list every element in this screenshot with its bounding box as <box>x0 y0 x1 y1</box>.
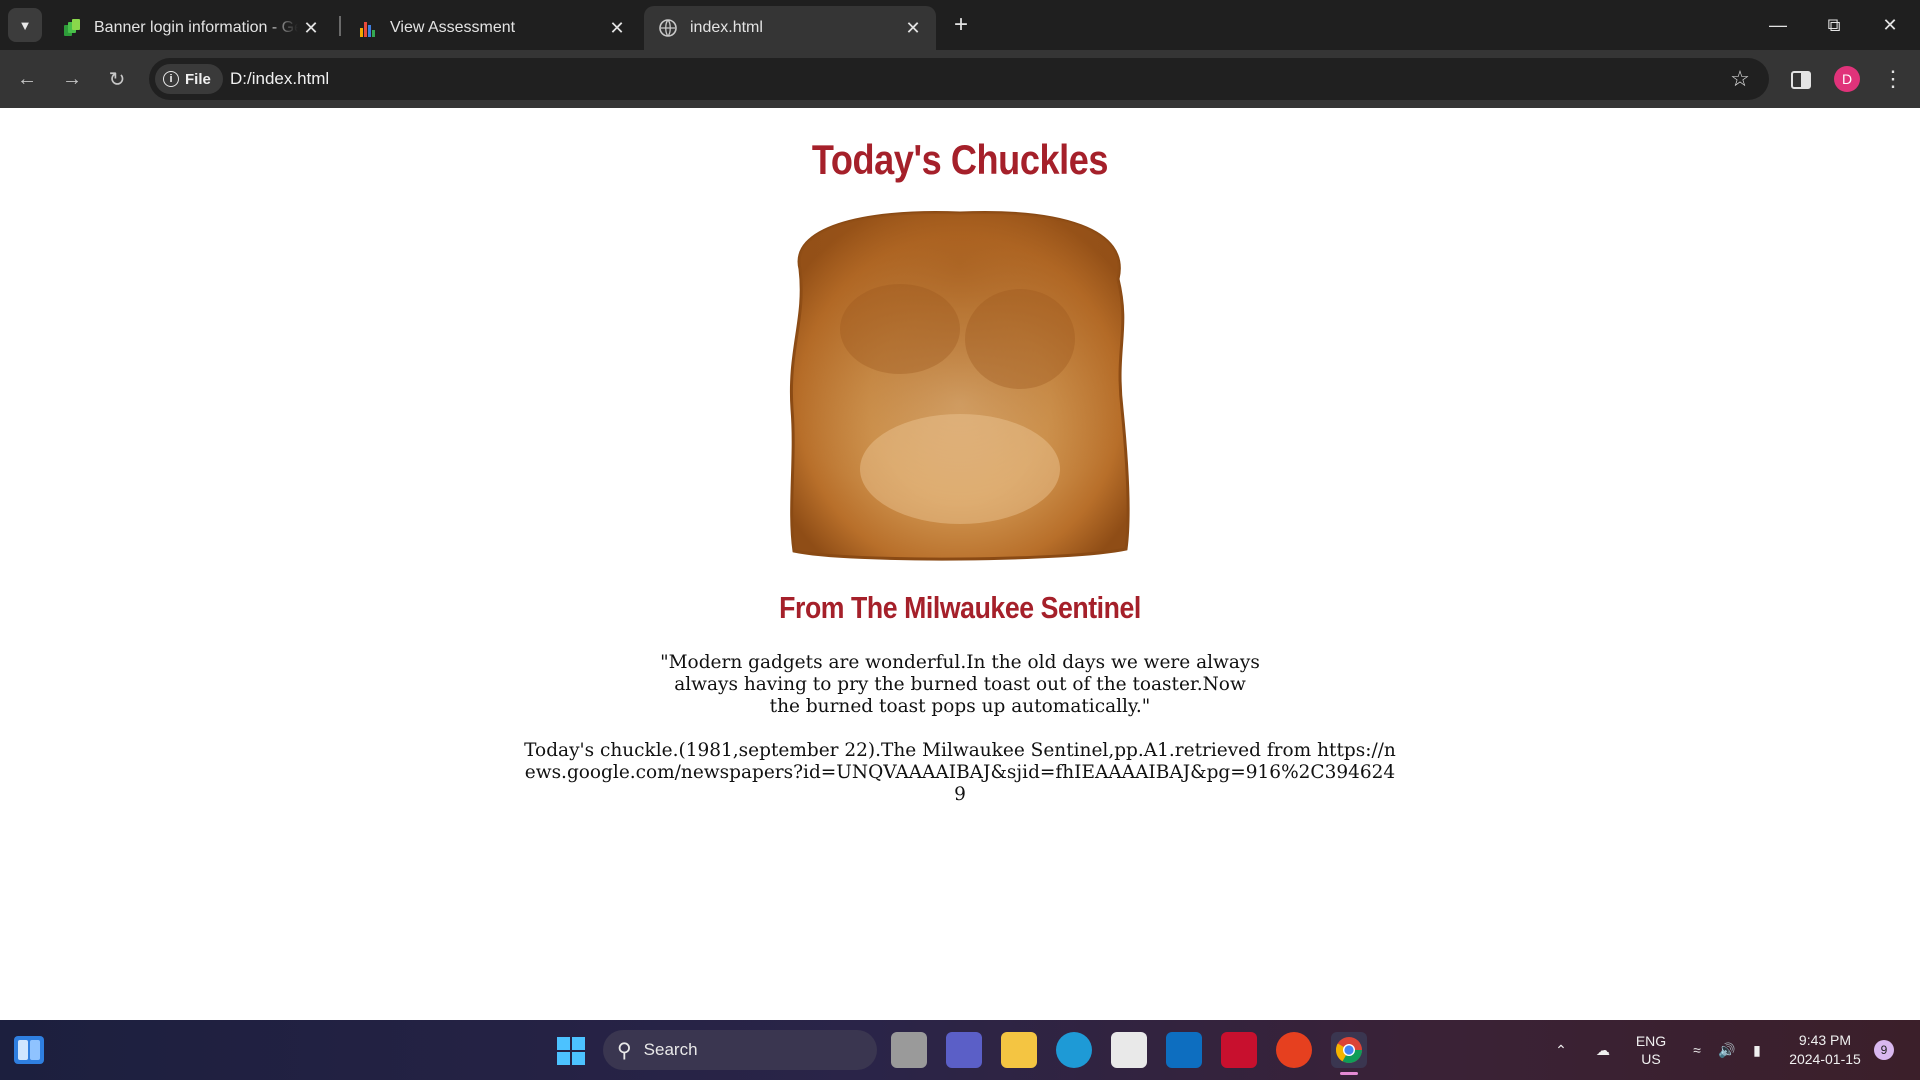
clock[interactable]: 9:43 PM 2024-01-15 <box>1780 1020 1870 1080</box>
more-menu-icon[interactable]: ⋮ <box>1880 64 1906 94</box>
minimize-icon: — <box>1769 14 1787 35</box>
arrow-left-icon: ← <box>17 67 37 90</box>
reload-button[interactable]: ↻ <box>99 61 135 97</box>
browser-toolbar: ← → ↻ i File D:/index.html ☆ D ⋮ <box>0 50 1920 108</box>
restore-button[interactable]: ⧉ <box>1806 0 1862 50</box>
tab-title: View Assessment <box>390 19 516 36</box>
region-label: US <box>1641 1051 1661 1067</box>
tab-title: Banner login information - Geo <box>94 19 298 36</box>
tab-strip: ▼ Banner login information - Geo ✕ View … <box>0 0 1920 50</box>
new-tab-button[interactable]: + <box>944 10 978 40</box>
chevron-up-icon: ⌃ <box>1555 1041 1567 1058</box>
tab-title: index.html <box>690 19 763 36</box>
battery-icon[interactable]: ▮ <box>1743 1020 1771 1080</box>
chevron-down-icon: ▼ <box>18 17 32 33</box>
onedrive-icon[interactable]: ☁ <box>1588 1020 1618 1080</box>
time-label: 9:43 PM <box>1798 1032 1852 1048</box>
notification-badge[interactable]: 9 <box>1874 1040 1894 1060</box>
toast-image <box>789 211 1130 561</box>
search-icon: ⚲ <box>617 1039 632 1062</box>
side-panel-icon[interactable] <box>1788 67 1814 93</box>
edge-icon[interactable] <box>1056 1032 1092 1068</box>
close-icon[interactable]: ✕ <box>604 15 630 41</box>
wifi-icon[interactable]: ≈ <box>1683 1020 1711 1080</box>
globe-icon <box>659 19 677 37</box>
teams-chat-icon[interactable] <box>946 1032 982 1068</box>
mcafee-icon[interactable] <box>1221 1032 1257 1068</box>
quote-text: "Modern gadgets are wonderful.In the old… <box>660 652 1260 717</box>
chrome-icon[interactable] <box>1331 1032 1367 1068</box>
tab-index-html[interactable]: index.html ✕ <box>644 6 936 50</box>
active-app-indicator <box>1340 1072 1358 1075</box>
date-label: 2024-01-15 <box>1789 1051 1861 1067</box>
microsoft-store-icon[interactable] <box>1111 1032 1147 1068</box>
geo-icon <box>64 19 80 36</box>
scheme-label: File <box>185 70 211 88</box>
forward-button[interactable]: → <box>54 61 90 97</box>
bar-chart-icon <box>360 22 375 37</box>
chrome-logo-icon <box>1335 1037 1363 1064</box>
close-icon[interactable]: ✕ <box>298 15 324 41</box>
language-label: ENG <box>1635 1033 1667 1049</box>
search-label: Search <box>643 1040 698 1059</box>
file-explorer-icon[interactable] <box>1001 1032 1037 1068</box>
site-info-chip[interactable]: i File <box>155 64 223 94</box>
restore-icon: ⧉ <box>1827 14 1841 35</box>
close-window-button[interactable]: ✕ <box>1862 0 1918 50</box>
minimize-button[interactable]: — <box>1750 0 1806 50</box>
volume-icon[interactable]: 🔊 <box>1713 1020 1741 1080</box>
dell-icon[interactable] <box>1166 1032 1202 1068</box>
profile-avatar[interactable]: D <box>1834 66 1860 92</box>
back-button[interactable]: ← <box>9 61 45 97</box>
page-content: Today's Chuckles From The Milwaukee Sent… <box>0 108 1920 1020</box>
close-icon[interactable]: ✕ <box>900 15 926 41</box>
tab-separator <box>339 16 341 36</box>
tab-view-assessment[interactable]: View Assessment ✕ <box>344 6 640 50</box>
plus-icon: + <box>953 11 968 38</box>
windows-start-icon[interactable] <box>556 1036 586 1066</box>
browser-app-icon[interactable] <box>1276 1032 1312 1068</box>
tab-banner-login[interactable]: Banner login information - Geo ✕ <box>48 6 334 50</box>
arrow-right-icon: → <box>62 67 82 90</box>
taskbar-search[interactable]: ⚲ Search <box>603 1030 877 1070</box>
language-indicator[interactable]: ENG US <box>1626 1020 1676 1080</box>
show-hidden-icons[interactable]: ⌃ <box>1546 1020 1576 1080</box>
task-view-icon[interactable] <box>891 1032 927 1068</box>
bookmark-star-icon[interactable]: ☆ <box>1727 66 1753 92</box>
reload-icon: ↻ <box>108 68 126 91</box>
source-heading: From The Milwaukee Sentinel <box>779 590 1141 625</box>
page-title: Today's Chuckles <box>811 136 1109 183</box>
info-icon: i <box>163 71 179 87</box>
tab-search-button[interactable]: ▼ <box>8 8 42 42</box>
address-bar[interactable]: i File D:/index.html ☆ <box>149 58 1769 100</box>
widgets-icon[interactable] <box>14 1036 44 1064</box>
citation-text: Today's chuckle.(1981,september 22).The … <box>524 740 1396 805</box>
url-text[interactable]: D:/index.html <box>230 69 329 89</box>
close-icon: ✕ <box>1882 14 1898 35</box>
